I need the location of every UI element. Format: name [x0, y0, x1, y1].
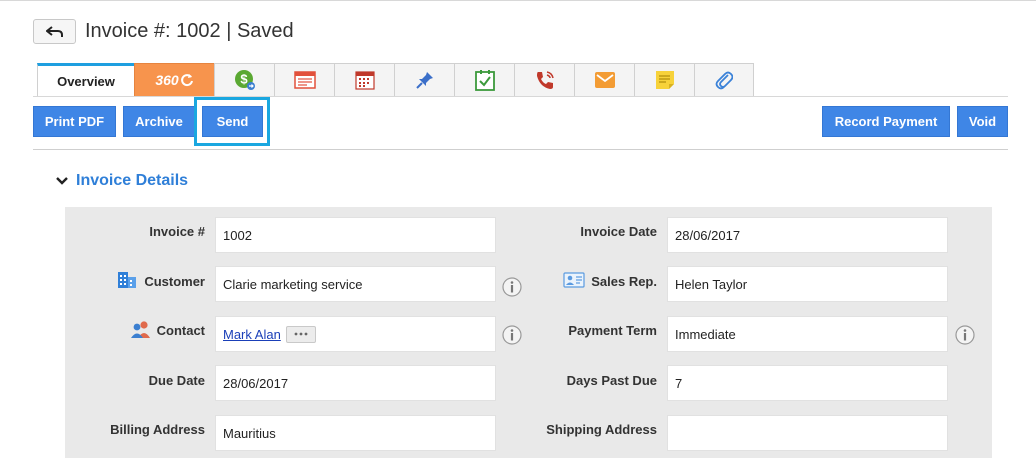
page-title: Invoice #: 1002 | Saved	[85, 20, 294, 42]
customer-label: Customer	[144, 274, 205, 289]
actions-divider	[33, 149, 1008, 150]
calendar-icon	[354, 71, 375, 90]
sales-rep-label: Sales Rep.	[591, 274, 657, 289]
contact-link[interactable]: Mark Alan	[223, 327, 281, 342]
attachment-icon	[715, 71, 733, 90]
tab-overview[interactable]: Overview	[37, 63, 134, 97]
sticky-note-icon	[655, 71, 674, 89]
sales-rep-card-icon	[563, 272, 585, 288]
invoice-number-label: Invoice #	[149, 224, 205, 239]
tab-360[interactable]: 360	[134, 63, 214, 97]
invoice-date-field[interactable]: 28/06/2017	[667, 217, 948, 253]
shipping-address-label: Shipping Address	[546, 422, 657, 437]
due-date-field[interactable]: 28/06/2017	[215, 365, 496, 401]
days-past-due-field[interactable]: 7	[667, 365, 948, 401]
contact-people-icon	[131, 321, 150, 338]
customer-info-icon[interactable]	[502, 277, 522, 297]
contact-field[interactable]: Mark Alan	[215, 316, 496, 352]
back-arrow-icon	[45, 25, 63, 37]
invoice-date-label: Invoice Date	[580, 224, 657, 239]
phone-call-icon	[536, 71, 554, 89]
archive-button[interactable]: Archive	[123, 106, 195, 137]
task-check-icon	[474, 70, 495, 91]
360-icon: 360	[155, 72, 193, 88]
customer-building-icon	[118, 272, 136, 288]
section-title: Invoice Details	[76, 172, 189, 189]
due-date-label: Due Date	[148, 373, 205, 388]
top-divider	[0, 0, 1036, 1]
email-icon	[594, 72, 615, 88]
tab-pin[interactable]	[394, 63, 454, 97]
days-past-due-label: Days Past Due	[566, 373, 657, 388]
back-button[interactable]	[33, 19, 76, 44]
tabs-divider	[33, 96, 1008, 97]
send-button[interactable]: Send	[202, 106, 263, 137]
invoice-number-field[interactable]: 1002	[215, 217, 496, 253]
billing-address-field[interactable]: Mauritius	[215, 415, 496, 451]
tab-notes[interactable]	[274, 63, 334, 97]
tab-calendar[interactable]	[334, 63, 394, 97]
tab-bar: Overview 360 $	[37, 63, 754, 97]
tab-payments[interactable]: $	[214, 63, 274, 97]
contact-info-icon[interactable]	[502, 325, 522, 345]
svg-text:$: $	[240, 72, 248, 87]
payment-term-info-icon[interactable]	[955, 325, 975, 345]
void-button[interactable]: Void	[957, 106, 1008, 137]
shipping-address-field[interactable]	[667, 415, 948, 451]
payment-term-label: Payment Term	[568, 323, 657, 338]
chevron-down-icon	[56, 177, 68, 185]
tab-calls[interactable]	[514, 63, 574, 97]
tab-email[interactable]	[574, 63, 634, 97]
tab-tasks[interactable]	[454, 63, 514, 97]
pin-icon	[415, 72, 433, 89]
tab-attachments[interactable]	[694, 63, 754, 97]
record-payment-button[interactable]: Record Payment	[822, 106, 950, 137]
sales-rep-field[interactable]: Helen Taylor	[667, 266, 948, 302]
billing-address-label: Billing Address	[110, 422, 205, 437]
print-pdf-button[interactable]: Print PDF	[33, 106, 116, 137]
tab-sticky-notes[interactable]	[634, 63, 694, 97]
contact-more-button[interactable]	[285, 325, 316, 343]
notes-list-icon	[293, 71, 316, 89]
invoice-details-header[interactable]: Invoice Details	[56, 172, 188, 190]
payment-term-field[interactable]: Immediate	[667, 316, 948, 352]
payment-dollar-icon: $	[234, 70, 255, 90]
customer-field[interactable]: Clarie marketing service	[215, 266, 496, 302]
contact-label: Contact	[156, 323, 205, 338]
more-dots-icon	[294, 332, 308, 336]
